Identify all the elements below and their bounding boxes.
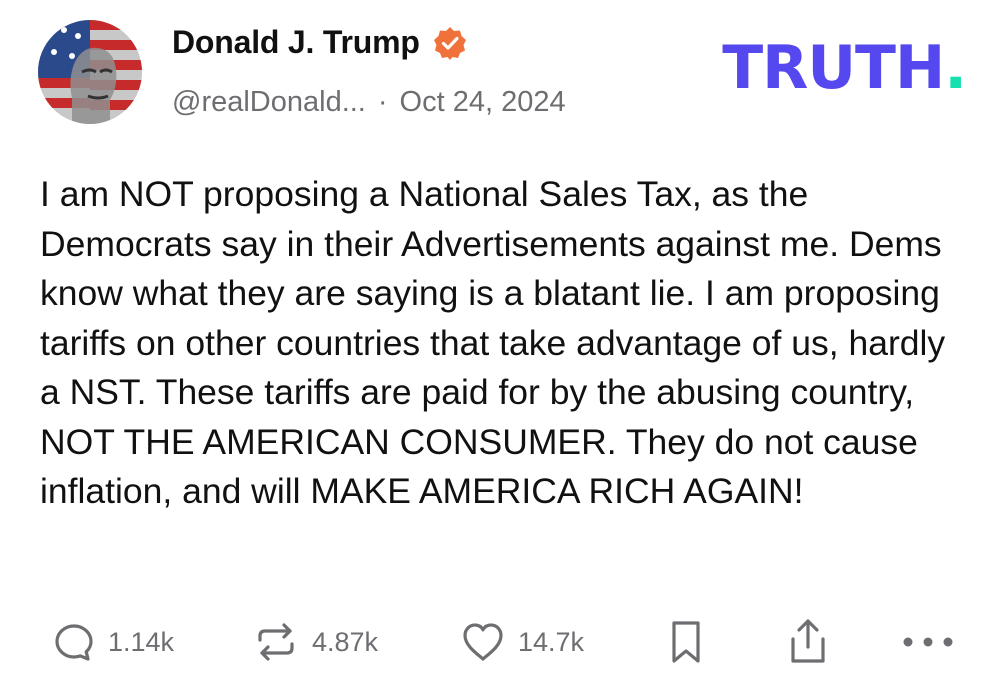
post-date[interactable]: Oct 24, 2024 [400,86,566,119]
truth-post: Donald J. Trump @realDonald... · Oct 24,… [0,0,1000,683]
reply-button[interactable]: 1.14k [52,612,174,672]
post-meta: @realDonald... · Oct 24, 2024 [172,86,566,119]
action-bar: 1.14k 4.87k 14.7k [0,612,1000,672]
like-count: 14.7k [518,626,585,657]
avatar-image [38,20,142,124]
retruth-icon [258,623,294,661]
verified-badge-icon [433,26,466,60]
post-text: I am NOT proposing a National Sales Tax,… [40,174,946,511]
reply-icon [55,624,93,661]
reply-count: 1.14k [108,626,175,657]
retruth-button[interactable]: 4.87k [252,612,378,672]
author-row: Donald J. Trump [172,24,468,61]
truth-logo: TRUTH. [722,33,967,103]
avatar[interactable] [38,20,142,124]
display-name[interactable]: Donald J. Trump [172,24,420,61]
more-icon [903,637,953,647]
meta-separator: · [377,86,388,118]
bookmark-button[interactable] [666,612,706,672]
brand-word: TRUTH [722,33,945,103]
share-icon [791,619,825,663]
more-button[interactable] [900,612,956,672]
brand-dot: . [944,33,967,103]
like-button[interactable]: 14.7k [460,612,584,672]
retruth-count: 4.87k [312,626,379,657]
heart-icon [463,623,503,661]
share-button[interactable] [786,612,830,672]
bookmark-icon [672,621,700,663]
handle[interactable]: @realDonald... [172,86,366,119]
